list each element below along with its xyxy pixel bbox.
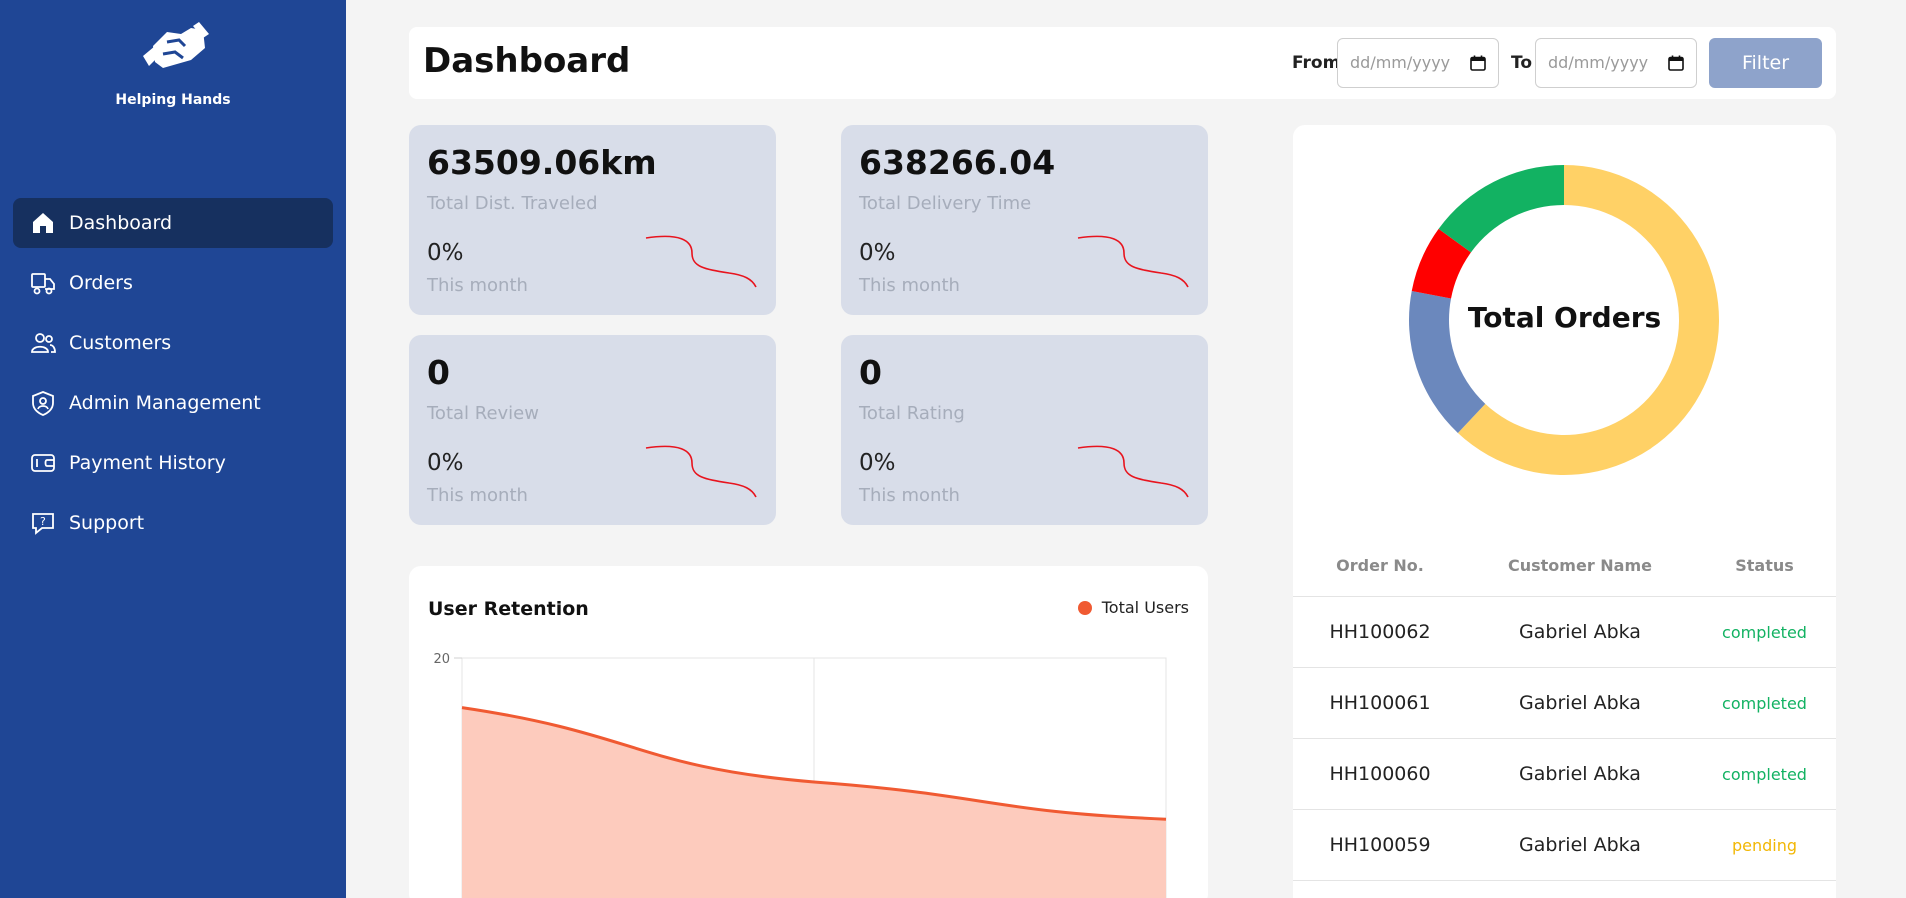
sparkline bbox=[645, 235, 757, 288]
shield-user-icon bbox=[29, 389, 57, 417]
sidebar: Helping Hands Dashboard Orders Customers… bbox=[0, 0, 346, 898]
sidebar-item-label: Dashboard bbox=[69, 212, 173, 234]
column-header-status[interactable]: Status bbox=[1693, 556, 1836, 575]
svg-text:?: ? bbox=[40, 515, 46, 528]
calendar-icon[interactable] bbox=[1470, 55, 1486, 71]
donut-slice[interactable] bbox=[1438, 165, 1564, 253]
wallet-icon bbox=[29, 449, 57, 477]
sidebar-item-orders[interactable]: Orders bbox=[13, 258, 333, 308]
stat-card-distance: 63509.06km Total Dist. Traveled 0% This … bbox=[409, 125, 776, 315]
donut-center-label: Total Orders bbox=[1467, 301, 1662, 334]
sidebar-item-customers[interactable]: Customers bbox=[13, 318, 333, 368]
stat-card-rating: 0 Total Rating 0% This month bbox=[841, 335, 1208, 525]
sidebar-item-dashboard[interactable]: Dashboard bbox=[13, 198, 333, 248]
column-header-customer-name[interactable]: Customer Name bbox=[1467, 556, 1693, 575]
stat-label: Total Dist. Traveled bbox=[427, 193, 598, 214]
chart-title: User Retention bbox=[428, 598, 589, 620]
order-number: HH100060 bbox=[1329, 763, 1431, 785]
to-date-placeholder: dd/mm/yyyy bbox=[1548, 53, 1649, 72]
table-row[interactable]: HH100059 Gabriel Abka pending bbox=[1293, 810, 1836, 881]
sparkline bbox=[1077, 445, 1189, 498]
sidebar-nav: Dashboard Orders Customers Admin Managem… bbox=[13, 198, 333, 558]
legend-dot bbox=[1077, 600, 1092, 615]
customer-name: Gabriel Abka bbox=[1519, 763, 1641, 785]
order-number: HH100062 bbox=[1329, 621, 1431, 643]
sidebar-item-support[interactable]: ? Support bbox=[13, 498, 333, 548]
table-row[interactable]: HH100062 Gabriel Abka completed bbox=[1293, 597, 1836, 668]
sidebar-item-label: Orders bbox=[69, 272, 133, 294]
orders-table: Order No. Customer Name Status HH100062 … bbox=[1293, 535, 1836, 881]
sidebar-item-label: Support bbox=[69, 512, 145, 534]
sidebar-item-label: Admin Management bbox=[69, 392, 261, 414]
help-chat-icon: ? bbox=[29, 509, 57, 537]
to-date-input[interactable]: dd/mm/yyyy bbox=[1535, 38, 1697, 88]
column-header-order-no[interactable]: Order No. bbox=[1293, 556, 1467, 575]
status-badge: completed bbox=[1722, 622, 1807, 642]
order-number: HH100059 bbox=[1329, 834, 1431, 856]
stat-percent: 0% bbox=[427, 450, 464, 476]
sparkline bbox=[645, 445, 757, 498]
stat-label: Total Rating bbox=[859, 403, 965, 424]
calendar-icon[interactable] bbox=[1668, 55, 1684, 71]
stat-value: 0 bbox=[427, 353, 450, 392]
stat-label: Total Review bbox=[427, 403, 539, 424]
table-header: Order No. Customer Name Status bbox=[1293, 535, 1836, 597]
page-title: Dashboard bbox=[423, 41, 631, 81]
stat-percent: 0% bbox=[859, 240, 896, 266]
from-label: From bbox=[1292, 53, 1341, 73]
y-tick-label: 20 bbox=[433, 652, 450, 667]
stat-period: This month bbox=[859, 275, 960, 296]
sparkline bbox=[1077, 235, 1189, 288]
brand-name: Helping Hands bbox=[115, 92, 231, 108]
legend-label: Total Users bbox=[1101, 598, 1189, 617]
stat-period: This month bbox=[859, 485, 960, 506]
stat-value: 63509.06km bbox=[427, 143, 657, 182]
handshake-icon bbox=[143, 22, 209, 68]
user-retention-card: 20 User Retention Total Users bbox=[409, 566, 1208, 898]
stat-percent: 0% bbox=[859, 450, 896, 476]
status-badge: completed bbox=[1722, 764, 1807, 784]
from-date-placeholder: dd/mm/yyyy bbox=[1350, 53, 1451, 72]
table-row[interactable]: HH100060 Gabriel Abka completed bbox=[1293, 739, 1836, 810]
to-label: To bbox=[1511, 53, 1533, 73]
home-icon bbox=[29, 209, 57, 237]
filter-button[interactable]: Filter bbox=[1709, 38, 1822, 88]
sidebar-item-payment-history[interactable]: Payment History bbox=[13, 438, 333, 488]
stat-value: 638266.04 bbox=[859, 143, 1056, 182]
sidebar-item-label: Payment History bbox=[69, 452, 226, 474]
sidebar-item-admin-management[interactable]: Admin Management bbox=[13, 378, 333, 428]
table-row[interactable]: HH100061 Gabriel Abka completed bbox=[1293, 668, 1836, 739]
page-header: Dashboard From dd/mm/yyyy To dd/mm/yyyy … bbox=[409, 27, 1836, 99]
chart-legend[interactable]: Total Users bbox=[1077, 598, 1189, 617]
order-number: HH100061 bbox=[1329, 692, 1431, 714]
stat-percent: 0% bbox=[427, 240, 464, 266]
users-icon bbox=[29, 329, 57, 357]
delivery-truck-icon bbox=[29, 269, 57, 297]
status-badge: completed bbox=[1722, 693, 1807, 713]
stat-label: Total Delivery Time bbox=[859, 193, 1032, 214]
from-date-input[interactable]: dd/mm/yyyy bbox=[1337, 38, 1499, 88]
sidebar-item-label: Customers bbox=[69, 332, 172, 354]
stat-period: This month bbox=[427, 485, 528, 506]
status-badge: pending bbox=[1731, 835, 1798, 855]
customer-name: Gabriel Abka bbox=[1519, 834, 1641, 856]
stat-card-delivery-time: 638266.04 Total Delivery Time 0% This mo… bbox=[841, 125, 1208, 315]
brand-logo[interactable]: Helping Hands bbox=[0, 12, 346, 108]
stat-card-review: 0 Total Review 0% This month bbox=[409, 335, 776, 525]
customer-name: Gabriel Abka bbox=[1519, 621, 1641, 643]
customer-name: Gabriel Abka bbox=[1519, 692, 1641, 714]
stat-value: 0 bbox=[859, 353, 882, 392]
stat-period: This month bbox=[427, 275, 528, 296]
orders-panel: Total Orders Order No. Customer Name Sta… bbox=[1293, 125, 1836, 898]
